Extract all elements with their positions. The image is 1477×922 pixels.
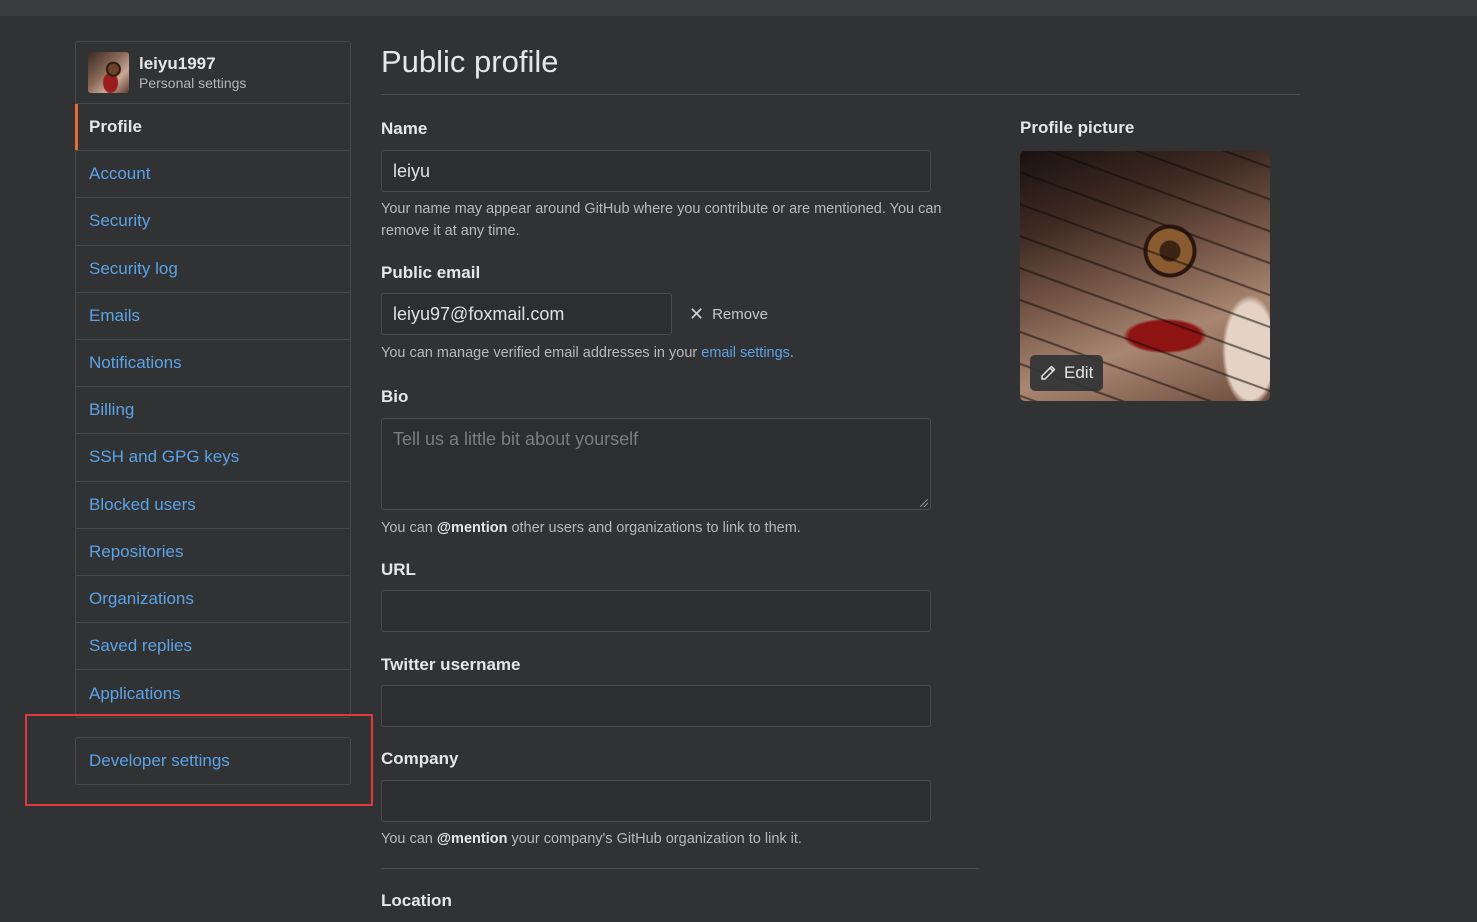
sidebar-item-organizations[interactable]: Organizations	[76, 576, 350, 624]
settings-sidebar: leiyu1997 Personal settings Profile Acco…	[75, 41, 351, 719]
page-title: Public profile	[381, 44, 1300, 95]
resize-handle-icon[interactable]	[920, 499, 928, 507]
sidebar-item-security-log[interactable]: Security log	[76, 246, 350, 293]
sidebar-subtitle: Personal settings	[139, 74, 247, 91]
sidebar-item-security[interactable]: Security	[76, 198, 350, 246]
name-label: Name	[381, 119, 428, 138]
sidebar-item-applications[interactable]: Applications	[76, 670, 350, 717]
profile-picture: Edit	[1020, 151, 1270, 401]
close-icon: ✕	[689, 304, 705, 324]
twitter-input[interactable]	[381, 685, 931, 727]
company-note-prefix: You can	[381, 831, 437, 847]
url-label: URL	[381, 560, 416, 579]
company-note-suffix: your company's GitHub organization to li…	[507, 831, 802, 847]
company-note-mention: @mention	[436, 831, 508, 847]
bio-note-prefix: You can	[381, 520, 437, 536]
sidebar-item-emails[interactable]: Emails	[76, 293, 350, 340]
sidebar-username[interactable]: leiyu1997	[139, 54, 246, 74]
bio-note-mention: @mention	[436, 520, 508, 536]
sidebar-header: leiyu1997 Personal settings	[76, 42, 350, 104]
avatar[interactable]	[88, 52, 129, 93]
sidebar-user-info: leiyu1997 Personal settings	[139, 54, 246, 92]
highlight-annotation-box	[25, 714, 373, 806]
sidebar-item-blocked-users[interactable]: Blocked users	[76, 482, 350, 529]
profile-picture-label: Profile picture	[1020, 118, 1135, 137]
section-divider	[381, 868, 979, 869]
bio-label: Bio	[381, 387, 409, 406]
bio-textarea[interactable]: Tell us a little bit about yourself	[381, 418, 931, 510]
sidebar-item-repositories[interactable]: Repositories	[76, 529, 350, 576]
email-note: You can manage verified email addresses …	[381, 342, 794, 364]
sidebar-item-profile[interactable]: Profile	[75, 104, 350, 152]
company-note: You can @mention your company's GitHub o…	[381, 828, 802, 850]
location-label: Location	[381, 891, 452, 910]
remove-email-label: Remove	[712, 306, 768, 323]
email-note-prefix: You can manage verified email addresses …	[381, 345, 702, 361]
bio-note-suffix: other users and organizations to link to…	[507, 520, 801, 536]
sidebar-item-account[interactable]: Account	[76, 151, 350, 199]
edit-profile-picture-button[interactable]: Edit	[1030, 355, 1104, 391]
name-input[interactable]: leiyu	[381, 150, 931, 192]
email-note-suffix: .	[789, 345, 794, 361]
company-input[interactable]	[381, 780, 931, 822]
top-bar	[0, 0, 1477, 16]
sidebar-item-notifications[interactable]: Notifications	[76, 340, 350, 388]
twitter-label: Twitter username	[381, 655, 521, 674]
sidebar-item-ssh-gpg-keys[interactable]: SSH and GPG keys	[76, 434, 350, 482]
edit-label: Edit	[1064, 363, 1094, 382]
public-email-label: Public email	[381, 263, 481, 282]
public-email-select[interactable]: leiyu97@foxmail.com	[381, 293, 672, 335]
sidebar-item-saved-replies[interactable]: Saved replies	[76, 623, 350, 671]
name-note: Your name may appear around GitHub where…	[381, 201, 942, 239]
company-label: Company	[381, 749, 459, 768]
remove-email-button[interactable]: ✕ Remove	[689, 304, 768, 325]
bio-note: You can @mention other users and organiz…	[381, 517, 801, 539]
pencil-icon	[1041, 365, 1056, 380]
bio-placeholder: Tell us a little bit about yourself	[393, 429, 639, 449]
email-settings-link[interactable]: email settings	[701, 345, 790, 361]
url-input[interactable]	[381, 590, 931, 632]
sidebar-item-billing[interactable]: Billing	[76, 387, 350, 435]
